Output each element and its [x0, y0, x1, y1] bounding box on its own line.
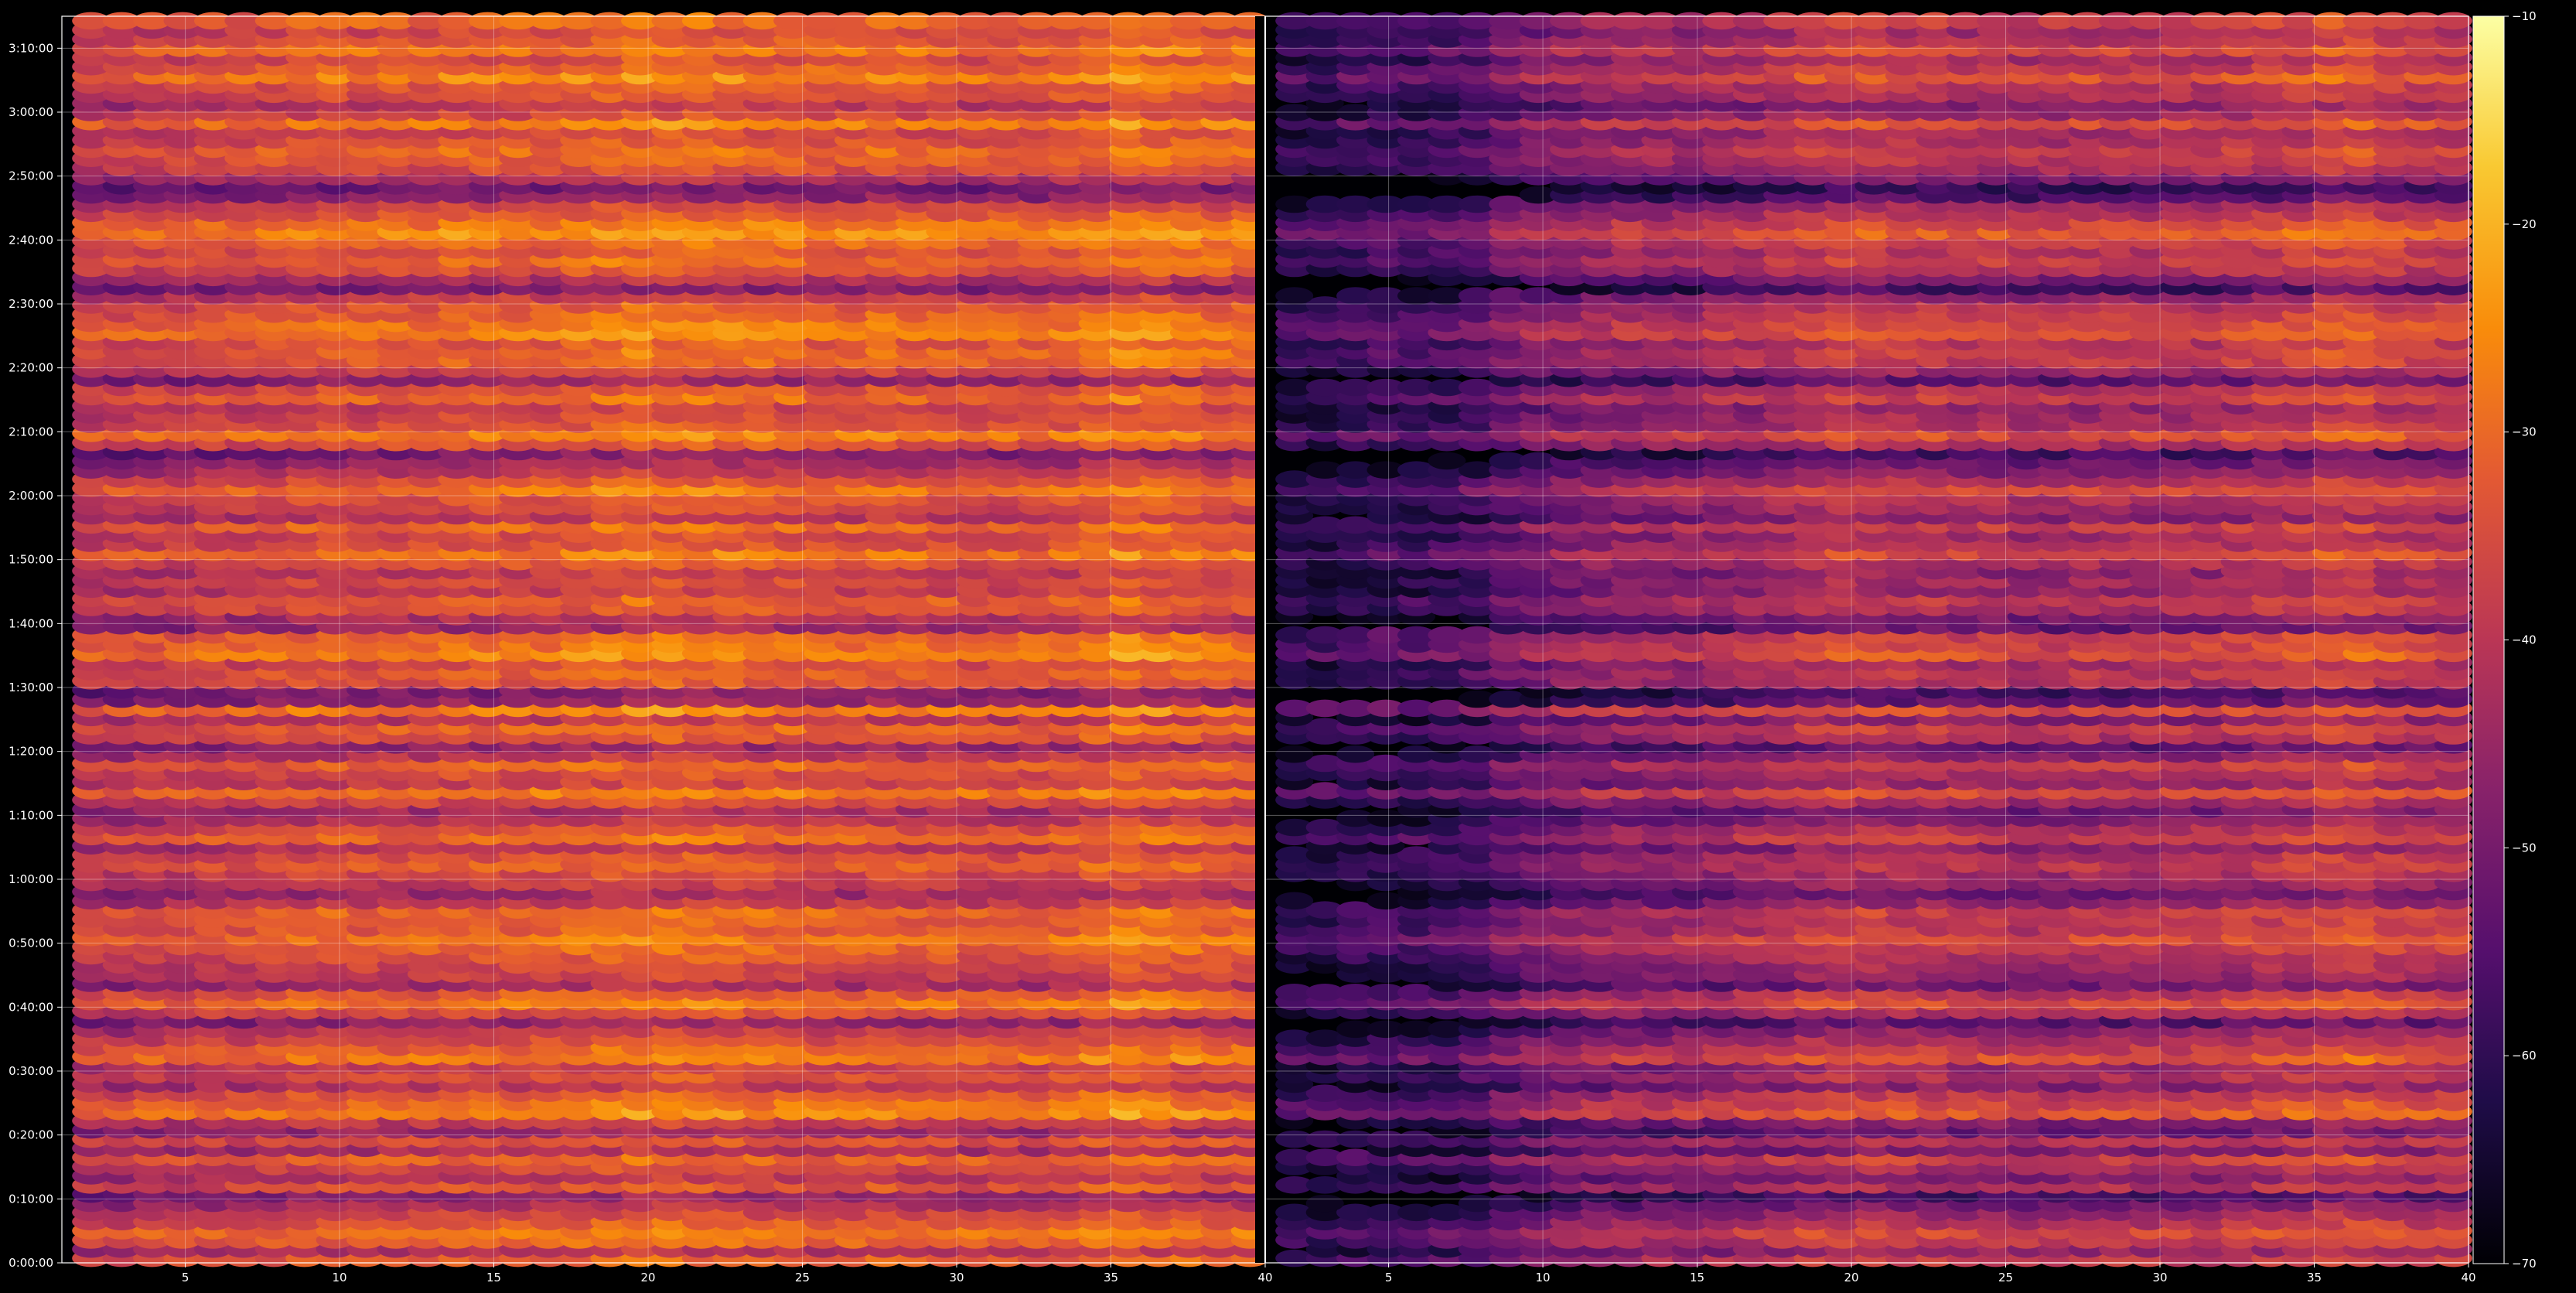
heatmap-figure: 0:00:000:10:000:20:000:30:000:40:000:50:…	[0, 0, 2576, 1293]
heatmap-panel-left	[62, 12, 1269, 1267]
